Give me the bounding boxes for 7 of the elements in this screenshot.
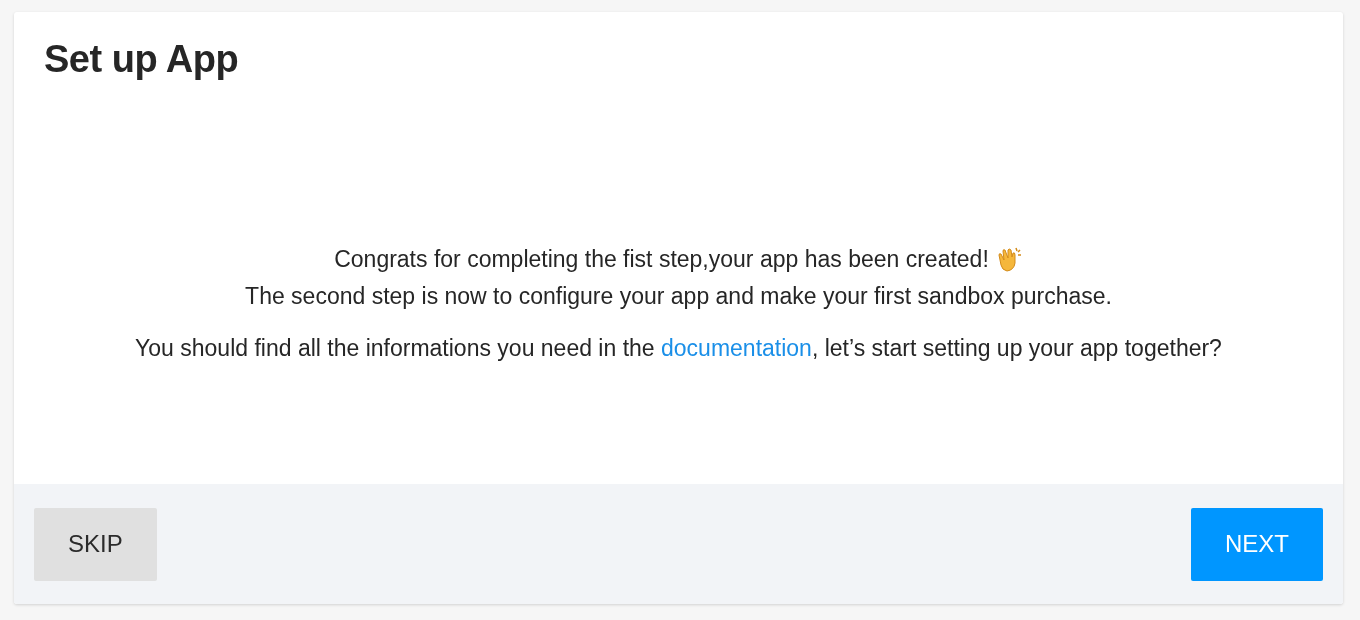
documentation-link[interactable]: documentation: [661, 334, 812, 361]
dialog-title: Set up App: [43, 37, 240, 81]
help-text: You should find all the informations you need in the documentation, let’s start setting up your app together?: [134, 333, 1223, 363]
message-text: Congrats for completing the fist step,your app has been created!: [334, 244, 989, 274]
message-text: The second step is now to configure your app and make your first sandbox purchase.: [245, 281, 1112, 311]
next-button[interactable]: NEXT: [1191, 507, 1323, 581]
skip-button[interactable]: SKIP: [34, 507, 157, 581]
